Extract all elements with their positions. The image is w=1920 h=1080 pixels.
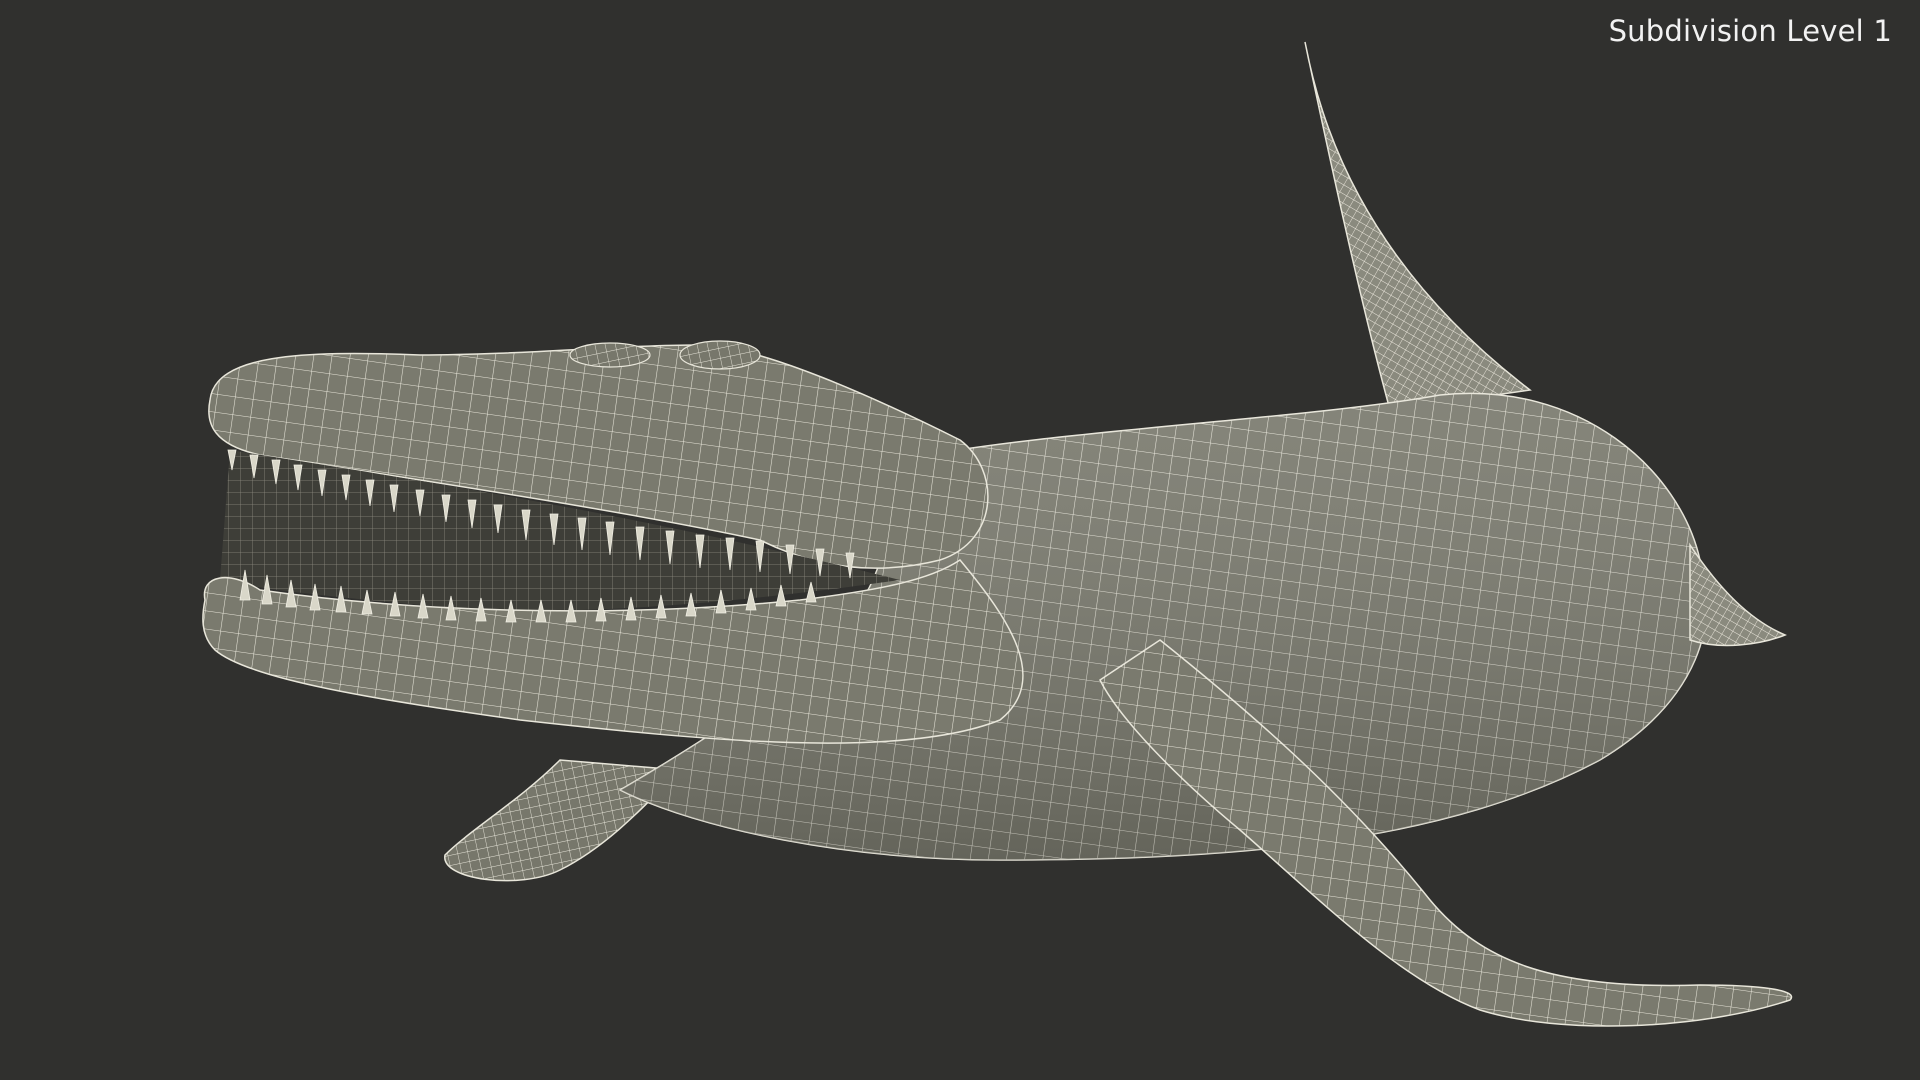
wireframe-model[interactable] <box>0 0 1920 1080</box>
eye-ridge-left <box>569 342 651 368</box>
3d-viewport[interactable]: Subdivision Level 1 <box>0 0 1920 1080</box>
tail-fin <box>1689 542 1787 647</box>
eye-ridge-right <box>679 340 761 370</box>
subdivision-level-label: Subdivision Level 1 <box>1608 14 1892 48</box>
dorsal-fin <box>1304 41 1532 411</box>
